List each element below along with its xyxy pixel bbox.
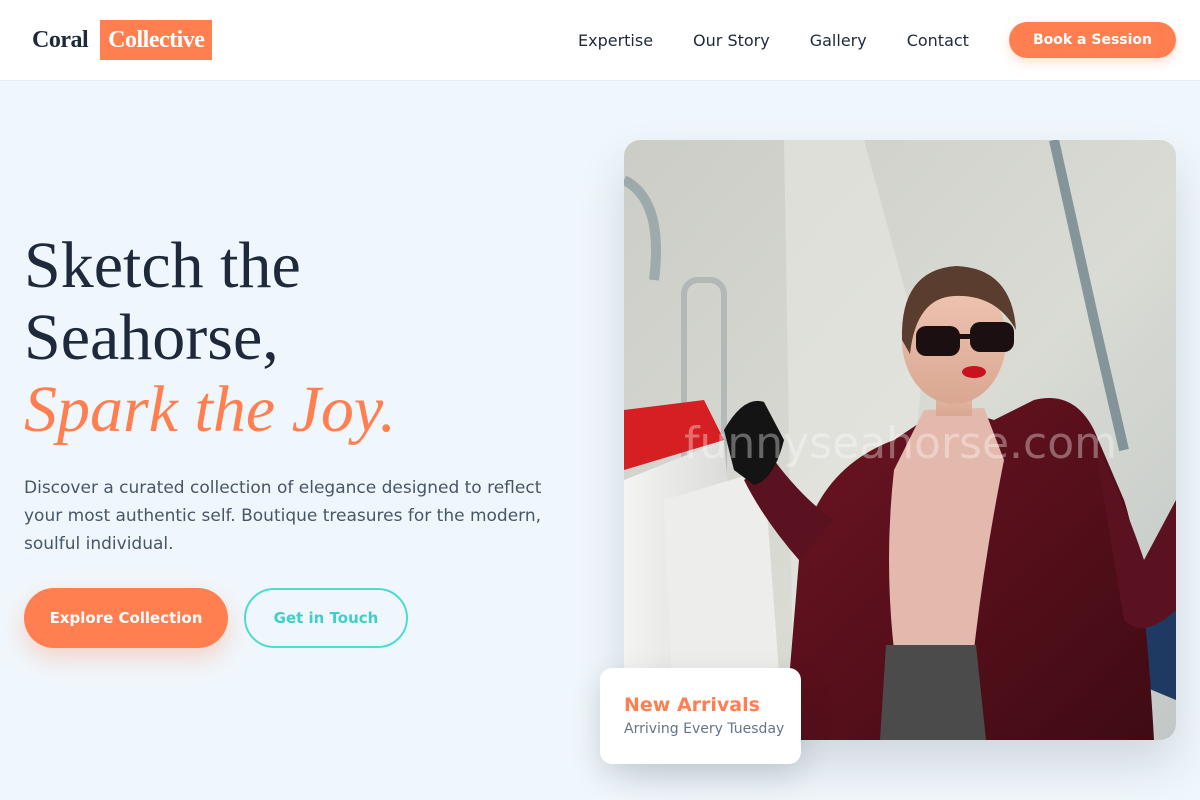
main-nav: Expertise Our Story Gallery Contact Book…: [578, 22, 1176, 58]
hero-title: Sketch the Seahorse, Spark the Joy.: [24, 230, 564, 446]
get-in-touch-button[interactable]: Get in Touch: [244, 588, 408, 648]
new-arrivals-title: New Arrivals: [624, 694, 760, 716]
brand-logo[interactable]: Coral Collective: [32, 20, 213, 60]
hero-title-accent: Spark the Joy.: [24, 373, 397, 446]
hero-copy: Sketch the Seahorse, Spark the Joy. Disc…: [24, 230, 564, 558]
hero-description: Discover a curated collection of eleganc…: [24, 478, 542, 554]
woman-with-shopping-bags-photo: funnyseahorse.com: [624, 140, 1176, 740]
nav-link-our-story[interactable]: Our Story: [693, 31, 770, 50]
hero-photo: funnyseahorse.com: [624, 140, 1176, 740]
hero-title-line-1: Sketch the: [24, 229, 301, 302]
hero-actions: Explore Collection Get in Touch: [24, 588, 408, 648]
nav-link-gallery[interactable]: Gallery: [810, 31, 867, 50]
new-arrivals-subtitle: Arriving Every Tuesday: [624, 721, 785, 737]
book-session-button[interactable]: Book a Session: [1008, 22, 1176, 58]
image-watermark: funnyseahorse.com: [684, 418, 1117, 469]
nav-link-contact[interactable]: Contact: [907, 31, 969, 50]
nav-link-expertise[interactable]: Expertise: [578, 31, 653, 50]
hero-title-line-2: Seahorse,: [24, 301, 279, 374]
brand-name: Coral: [32, 26, 89, 53]
site-header: Coral Collective Expertise Our Story Gal…: [0, 0, 1200, 80]
new-arrivals-card[interactable]: New Arrivals Arriving Every Tuesday: [600, 668, 801, 764]
brand-name-accent: Collective: [100, 20, 213, 60]
explore-collection-button[interactable]: Explore Collection: [24, 588, 228, 648]
